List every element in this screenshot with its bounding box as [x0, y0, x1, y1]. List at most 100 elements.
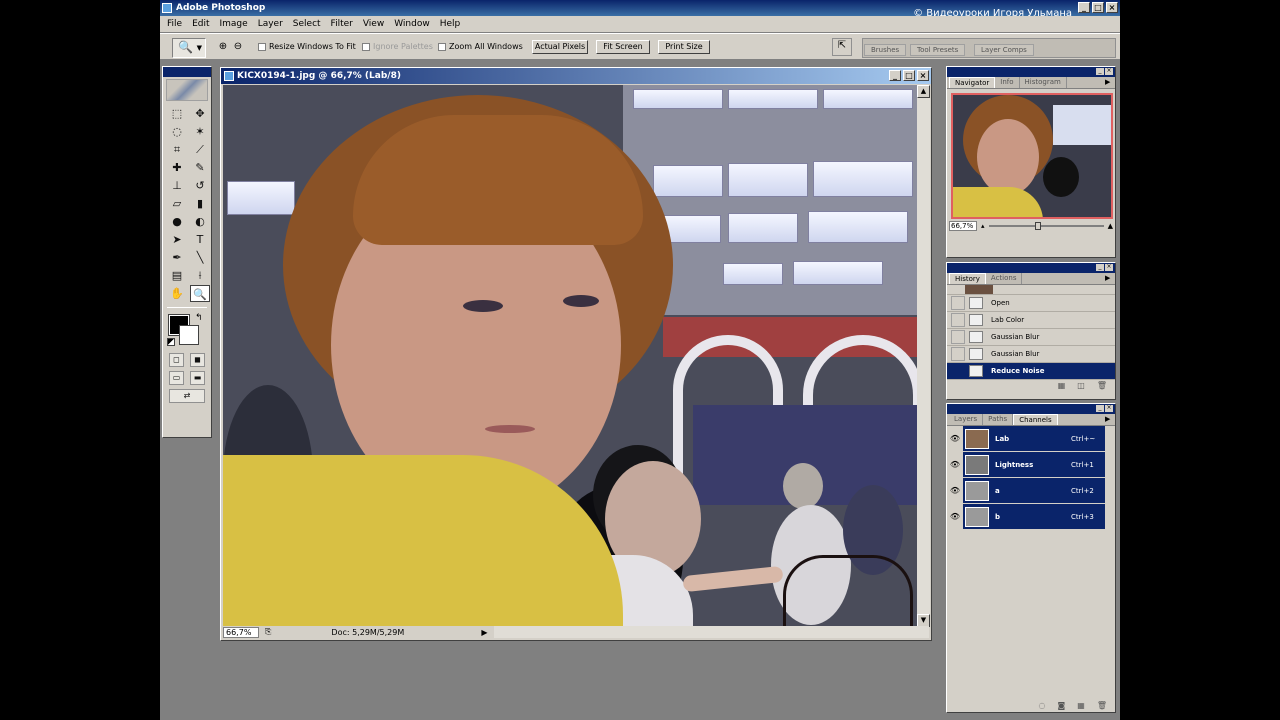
tab-channels[interactable]: Channels — [1013, 414, 1058, 425]
tab-navigator[interactable]: Navigator — [949, 77, 996, 88]
image-canvas[interactable] — [223, 85, 917, 627]
minimize-icon[interactable]: _ — [889, 70, 901, 81]
menu-help[interactable]: Help — [435, 17, 466, 31]
type-tool-icon[interactable]: T — [190, 231, 210, 248]
line-tool-icon[interactable]: ╲ — [190, 249, 210, 266]
default-colors-icon[interactable] — [167, 338, 175, 346]
print-size-button[interactable]: Print Size — [658, 40, 710, 54]
pen-tool-icon[interactable]: ✒ — [167, 249, 187, 266]
full-screen-icon[interactable]: ▬ — [190, 371, 205, 385]
eraser-tool-icon[interactable]: ▱ — [167, 195, 187, 212]
navigator-zoom-field[interactable]: 66,7% — [949, 221, 977, 231]
menu-view[interactable]: View — [358, 17, 389, 31]
load-selection-icon[interactable]: ◌ — [1039, 700, 1046, 712]
menu-file[interactable]: File — [162, 17, 187, 31]
ignore-palettes-checkbox[interactable]: Ignore Palettes — [362, 42, 433, 51]
history-brush-source[interactable] — [951, 364, 965, 378]
history-brush-source[interactable] — [951, 347, 965, 361]
navigator-zoom-slider[interactable] — [988, 222, 1104, 230]
imageready-jump-icon[interactable]: ⇄ — [169, 389, 205, 403]
eye-icon[interactable]: 👁 — [947, 486, 963, 495]
palette-title-bar[interactable]: _ × — [947, 67, 1115, 77]
minimize-icon[interactable]: _ — [1096, 405, 1104, 412]
history-item[interactable]: Gaussian Blur — [947, 329, 1115, 346]
document-title-bar[interactable]: KICX0194-1.jpg @ 66,7% (Lab/8) _ □ × — [221, 68, 931, 84]
channel-row-lightness[interactable]: 👁 Lightness Ctrl+1 — [947, 452, 1115, 478]
save-selection-icon[interactable]: ◙ — [1058, 700, 1066, 712]
history-item[interactable]: Open — [947, 295, 1115, 312]
palette-title-bar[interactable]: _ × — [947, 404, 1115, 414]
tab-info[interactable]: Info — [995, 77, 1020, 88]
history-item[interactable]: Lab Color — [947, 312, 1115, 329]
background-color[interactable] — [179, 325, 199, 345]
well-tab-tool-presets[interactable]: Tool Presets — [910, 44, 966, 56]
history-item[interactable]: Gaussian Blur — [947, 346, 1115, 363]
eye-icon[interactable]: 👁 — [947, 434, 963, 443]
channel-body[interactable]: Lightness Ctrl+1 — [963, 452, 1105, 477]
standard-screen-icon[interactable]: ▭ — [169, 371, 184, 385]
channel-row-a[interactable]: 👁 a Ctrl+2 — [947, 478, 1115, 504]
photoshop-logo[interactable] — [166, 79, 208, 101]
close-icon[interactable]: × — [917, 70, 929, 81]
eye-icon[interactable]: 👁 — [947, 512, 963, 521]
document-zoom-field[interactable]: 66,7% — [223, 626, 259, 638]
channel-body[interactable]: b Ctrl+3 — [963, 504, 1105, 529]
eyedropper-icon[interactable]: ⟊ — [190, 267, 210, 284]
swap-colors-icon[interactable]: ↰ — [195, 313, 203, 323]
magic-wand-icon[interactable]: ✶ — [190, 123, 210, 140]
gradient-tool-icon[interactable]: ▮ — [190, 195, 210, 212]
close-icon[interactable]: × — [1105, 405, 1113, 412]
menu-layer[interactable]: Layer — [253, 17, 288, 31]
palette-title-bar[interactable]: _ × — [947, 263, 1115, 273]
slice-tool-icon[interactable]: ⟋ — [190, 141, 210, 158]
menu-select[interactable]: Select — [288, 17, 326, 31]
trash-icon[interactable]: 🗑 — [1097, 700, 1107, 712]
channel-row-b[interactable]: 👁 b Ctrl+3 — [947, 504, 1115, 530]
slider-knob[interactable] — [1034, 222, 1041, 230]
history-brush-source[interactable] — [951, 296, 965, 310]
palette-menu-icon[interactable]: ▶ — [1105, 77, 1115, 88]
trash-icon[interactable]: 🗑 — [1097, 380, 1107, 392]
vertical-scrollbar[interactable]: ▲ ▼ — [917, 85, 930, 627]
zoom-all-windows-checkbox[interactable]: Zoom All Windows — [438, 42, 523, 51]
new-channel-icon[interactable]: ▦ — [1077, 700, 1085, 712]
notes-tool-icon[interactable]: ▤ — [167, 267, 187, 284]
eye-icon[interactable]: 👁 — [947, 460, 963, 469]
maximize-icon[interactable]: □ — [903, 70, 915, 81]
zoom-tool-icon[interactable]: 🔍 — [190, 285, 210, 302]
menu-filter[interactable]: Filter — [326, 17, 358, 31]
tool-preset-picker[interactable]: 🔍 ▼ — [172, 38, 206, 58]
dodge-tool-icon[interactable]: ◐ — [190, 213, 210, 230]
tab-actions[interactable]: Actions — [986, 273, 1023, 284]
tab-history[interactable]: History — [949, 273, 986, 284]
minimize-icon[interactable]: _ — [1078, 2, 1090, 13]
well-tab-brushes[interactable]: Brushes — [864, 44, 907, 56]
blur-tool-icon[interactable]: ● — [167, 213, 187, 230]
clone-stamp-icon[interactable]: ⊥ — [167, 177, 187, 194]
status-arrow-icon[interactable]: ▶ — [481, 628, 487, 637]
marquee-tool-icon[interactable]: ⬚ — [167, 105, 187, 122]
close-icon[interactable]: × — [1105, 264, 1113, 271]
crop-tool-icon[interactable]: ⌗ — [167, 141, 187, 158]
well-tab-layer-comps[interactable]: Layer Comps — [974, 44, 1034, 56]
channel-body[interactable]: Lab Ctrl+~ — [963, 426, 1105, 451]
menu-window[interactable]: Window — [389, 17, 435, 31]
lasso-tool-icon[interactable]: ◌ — [167, 123, 187, 140]
actual-pixels-button[interactable]: Actual Pixels — [532, 40, 588, 54]
maximize-icon[interactable]: □ — [1092, 2, 1104, 13]
toolbox-title-bar[interactable] — [163, 67, 211, 77]
move-tool-icon[interactable]: ✥ — [190, 105, 210, 122]
tab-paths[interactable]: Paths — [983, 414, 1014, 425]
zoom-in-icon[interactable]: ▲ — [1108, 222, 1113, 230]
palette-menu-icon[interactable]: ▶ — [1105, 414, 1115, 425]
quickmask-mode-icon[interactable]: ◼ — [190, 353, 205, 367]
history-snapshot-row[interactable] — [947, 285, 1115, 295]
zoom-out-icon[interactable]: ▴ — [981, 222, 985, 230]
history-item-selected[interactable]: Reduce Noise — [947, 363, 1115, 380]
tab-histogram[interactable]: Histogram — [1020, 77, 1067, 88]
navigator-thumbnail[interactable] — [951, 93, 1113, 219]
path-selection-icon[interactable]: ➤ — [167, 231, 187, 248]
minimize-icon[interactable]: _ — [1096, 264, 1104, 271]
minimize-icon[interactable]: _ — [1096, 68, 1104, 75]
palette-menu-icon[interactable]: ▶ — [1105, 273, 1115, 284]
